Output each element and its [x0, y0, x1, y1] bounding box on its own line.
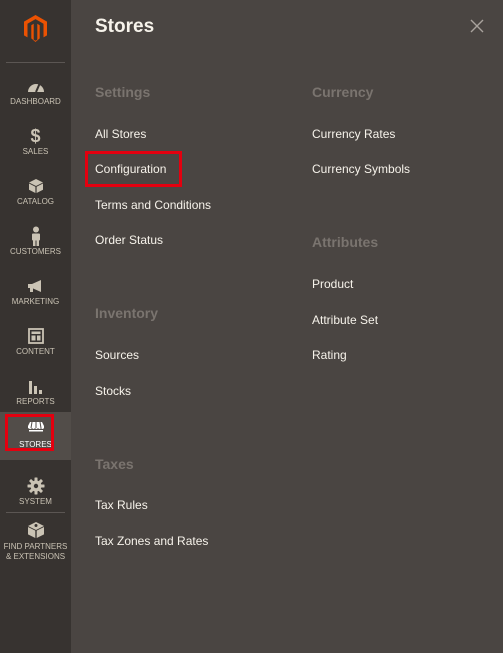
- sidebar-item-dashboard[interactable]: DASHBOARD: [0, 68, 71, 118]
- sidebar-item-label: MARKETING: [11, 297, 60, 306]
- dashboard-icon: [0, 76, 71, 96]
- magento-logo-icon: [24, 15, 47, 42]
- sidebar-item-label-line1: FIND PARTNERS: [3, 542, 68, 551]
- sidebar-item-label: DASHBOARD: [10, 97, 61, 106]
- sidebar-item-label: CUSTOMERS: [10, 247, 61, 256]
- link-tax-rules[interactable]: Tax Rules: [95, 498, 148, 512]
- sidebar-divider: [6, 512, 65, 513]
- link-product[interactable]: Product: [312, 277, 353, 291]
- sidebar-item-label: SALES: [22, 147, 49, 156]
- sidebar-item-system[interactable]: SYSTEM: [0, 468, 71, 518]
- sidebar-item-label: REPORTS: [16, 397, 55, 406]
- section-title-taxes: Taxes: [95, 456, 134, 472]
- section-title-attributes: Attributes: [312, 234, 379, 250]
- magento-logo[interactable]: [0, 0, 71, 62]
- section-title-inventory: Inventory: [95, 305, 159, 321]
- close-icon: [470, 19, 484, 33]
- sidebar-item-content[interactable]: CONTENT: [0, 318, 71, 368]
- link-attribute-set[interactable]: Attribute Set: [312, 313, 378, 327]
- box-icon: [0, 176, 71, 196]
- dollar-icon: $: [30, 125, 41, 146]
- sidebar-item-label: FIND PARTNERS & EXTENSIONS: [0, 542, 71, 562]
- link-all-stores[interactable]: All Stores: [95, 127, 146, 141]
- link-currency-rates[interactable]: Currency Rates: [312, 127, 395, 141]
- section-title-currency: Currency: [312, 84, 374, 100]
- configuration-highlight-box: [85, 151, 182, 187]
- link-tax-zones-and-rates[interactable]: Tax Zones and Rates: [95, 534, 208, 548]
- admin-sidebar: DASHBOARD $ SALES CATALOG CUSTOMERS MARK…: [0, 0, 71, 653]
- link-order-status[interactable]: Order Status: [95, 233, 163, 247]
- sidebar-item-find-partners[interactable]: FIND PARTNERS & EXTENSIONS: [0, 516, 71, 566]
- sidebar-divider: [6, 62, 65, 63]
- layout-icon: [0, 326, 71, 346]
- person-icon: [0, 226, 71, 246]
- puzzle-box-icon: [0, 520, 71, 540]
- link-stocks[interactable]: Stocks: [95, 384, 131, 398]
- sidebar-item-label: SYSTEM: [19, 497, 52, 506]
- sidebar-item-catalog[interactable]: CATALOG: [0, 168, 71, 218]
- sidebar-item-label: CONTENT: [16, 347, 55, 356]
- link-sources[interactable]: Sources: [95, 348, 139, 362]
- link-currency-symbols[interactable]: Currency Symbols: [312, 162, 410, 176]
- section-title-settings: Settings: [95, 84, 151, 100]
- sidebar-item-label: CATALOG: [16, 197, 55, 206]
- link-terms-and-conditions[interactable]: Terms and Conditions: [95, 198, 211, 212]
- gear-icon: [0, 476, 71, 496]
- sidebar-item-marketing[interactable]: MARKETING: [0, 268, 71, 318]
- link-rating[interactable]: Rating: [312, 348, 347, 362]
- sidebar-item-customers[interactable]: CUSTOMERS: [0, 218, 71, 268]
- stores-highlight-box: [5, 414, 54, 451]
- bar-chart-icon: [0, 376, 71, 396]
- megaphone-icon: [0, 276, 71, 296]
- sidebar-item-label-line2: & EXTENSIONS: [5, 552, 66, 561]
- sidebar-item-reports[interactable]: REPORTS: [0, 368, 71, 418]
- panel-title: Stores: [95, 16, 155, 37]
- close-button[interactable]: [467, 16, 487, 36]
- sidebar-item-sales[interactable]: $ SALES: [0, 118, 71, 168]
- stores-flyout-panel: Stores Settings All Stores Configuration…: [71, 0, 503, 653]
